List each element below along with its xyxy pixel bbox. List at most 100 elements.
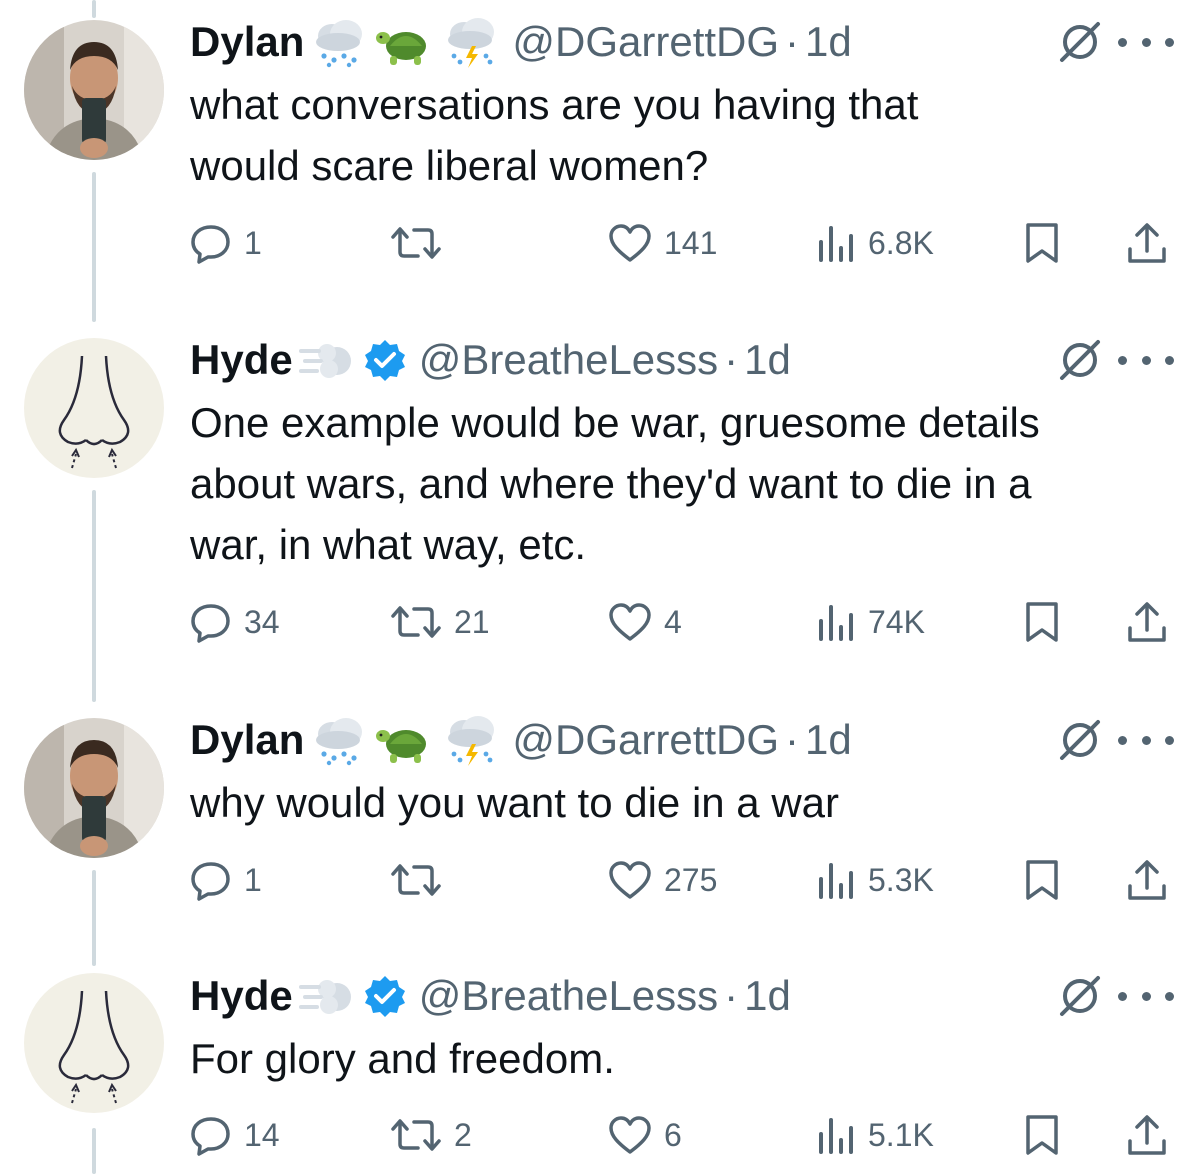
bookmark-button[interactable] (1024, 597, 1060, 647)
tweet-text: For glory and freedom. (190, 1028, 1180, 1089)
dash-emoji (298, 335, 357, 385)
avatar[interactable] (24, 338, 164, 478)
heart-icon (609, 603, 651, 641)
bookmark-icon (1026, 1115, 1058, 1155)
like-count: 4 (664, 603, 682, 640)
turtle-emoji (374, 16, 436, 68)
verified-badge-icon (363, 338, 407, 382)
retweet-icon (391, 864, 441, 896)
turtle-emoji (374, 714, 436, 766)
tweet-text-line: would scare liberal women? (190, 142, 709, 189)
timestamp[interactable]: 1d (805, 18, 852, 66)
views-count: 5.3K (868, 861, 934, 898)
rain-cloud-emoji (310, 16, 368, 68)
bookmark-button[interactable] (1024, 855, 1060, 905)
tweet[interactable]: Dylan @DGarrettDG · 1d why would you wan… (0, 700, 1200, 960)
tweet-header: Dylan @DGarrettDG · 1d (190, 712, 852, 768)
bookmark-button[interactable] (1024, 218, 1060, 268)
separator: · (724, 972, 739, 1019)
views-icon (819, 863, 853, 899)
views-icon (819, 226, 853, 262)
timestamp[interactable]: 1d (744, 336, 791, 384)
reply-icon (191, 862, 230, 901)
display-name[interactable]: Hyde (190, 972, 293, 1020)
handle[interactable]: @BreatheLesss (419, 972, 718, 1020)
share-icon (1128, 602, 1166, 642)
reply-button[interactable]: 34 (190, 597, 280, 647)
handle[interactable]: @DGarrettDG (512, 18, 779, 66)
tweet[interactable]: Hyde @BreatheLesss · 1d One example woul… (0, 320, 1200, 700)
separator: · (785, 716, 800, 763)
retweet-count: 21 (454, 603, 490, 640)
retweet-button[interactable]: 2 (390, 1110, 472, 1160)
views-button[interactable]: 5.3K (816, 855, 934, 905)
separator: · (724, 336, 739, 383)
grok-icon[interactable] (1058, 974, 1102, 1018)
avatar[interactable] (24, 718, 164, 858)
avatar[interactable] (24, 973, 164, 1113)
share-button[interactable] (1126, 218, 1168, 268)
like-button[interactable]: 275 (608, 855, 717, 905)
bookmark-button[interactable] (1024, 1110, 1060, 1160)
bookmark-icon (1026, 223, 1058, 263)
reply-icon (191, 604, 230, 643)
retweet-button[interactable] (390, 855, 454, 905)
views-button[interactable]: 74K (816, 597, 925, 647)
timestamp[interactable]: 1d (744, 972, 791, 1020)
heart-icon (609, 1116, 651, 1154)
avatar[interactable] (24, 20, 164, 160)
verified-badge-icon (363, 974, 407, 1018)
views-icon (819, 1118, 853, 1154)
reply-button[interactable]: 1 (190, 855, 262, 905)
tweet-actions: 14 2 6 5.1K (190, 1110, 1180, 1160)
like-button[interactable]: 6 (608, 1110, 682, 1160)
display-name[interactable]: Hyde (190, 336, 293, 384)
views-count: 74K (868, 603, 925, 640)
retweet-icon (391, 227, 441, 259)
grok-icon[interactable] (1058, 20, 1102, 64)
tweet-text-line: about wars, and where they'd want to die… (190, 460, 1032, 507)
like-button[interactable]: 4 (608, 597, 682, 647)
views-icon (819, 605, 853, 641)
tweet-actions: 34 21 4 74K (190, 597, 1180, 647)
display-name[interactable]: Dylan (190, 716, 304, 764)
heart-icon (609, 861, 651, 899)
more-options-icon[interactable] (1118, 730, 1174, 750)
reply-button[interactable]: 14 (190, 1110, 280, 1160)
tweet-text-line: why would you want to die in a war (190, 779, 840, 826)
share-button[interactable] (1126, 597, 1168, 647)
retweet-button[interactable]: 21 (390, 597, 490, 647)
tweet[interactable]: Hyde @BreatheLesss · 1d For glory and fr… (0, 955, 1200, 1174)
share-button[interactable] (1126, 855, 1168, 905)
more-options-icon[interactable] (1118, 986, 1174, 1006)
share-button[interactable] (1126, 1110, 1168, 1160)
separator: · (785, 18, 800, 65)
reply-count: 1 (244, 861, 262, 898)
tweet-text: why would you want to die in a war (190, 772, 1180, 833)
views-button[interactable]: 5.1K (816, 1110, 934, 1160)
like-button[interactable]: 141 (608, 218, 717, 268)
display-name[interactable]: Dylan (190, 18, 304, 66)
views-button[interactable]: 6.8K (816, 218, 934, 268)
timestamp[interactable]: 1d (805, 716, 852, 764)
reply-count: 34 (244, 603, 280, 640)
grok-icon[interactable] (1058, 718, 1102, 762)
dash-emoji (298, 971, 357, 1021)
tweet-text-line: what conversations are you having that (190, 81, 919, 128)
tweet-actions: 1 141 6.8K (190, 218, 1180, 268)
reply-button[interactable]: 1 (190, 218, 262, 268)
tweet[interactable]: Dylan @DGarrettDG · 1d what conversation… (0, 0, 1200, 300)
tweet-text: One example would be war, gruesome detai… (190, 392, 1180, 575)
reply-count: 1 (244, 224, 262, 261)
more-options-icon[interactable] (1118, 32, 1174, 52)
views-count: 6.8K (868, 224, 934, 261)
tweet-text-line: One example would be war, gruesome detai… (190, 399, 1040, 446)
grok-icon[interactable] (1058, 338, 1102, 382)
retweet-button[interactable] (390, 218, 454, 268)
handle[interactable]: @DGarrettDG (512, 716, 779, 764)
handle[interactable]: @BreatheLesss (419, 336, 718, 384)
share-icon (1128, 860, 1166, 900)
rain-cloud-emoji (310, 714, 368, 766)
reply-icon (191, 1117, 230, 1156)
more-options-icon[interactable] (1118, 350, 1174, 370)
